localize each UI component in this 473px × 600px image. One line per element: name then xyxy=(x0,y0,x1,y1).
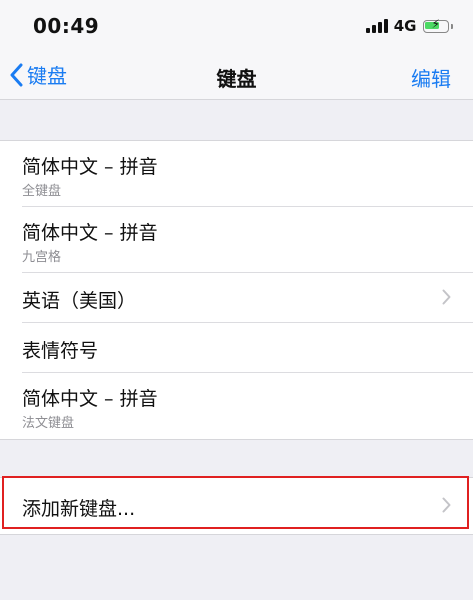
keyboard-item-subtitle: 九宫格 xyxy=(22,250,62,265)
chevron-right-icon xyxy=(442,289,451,305)
keyboard-list: 简体中文 – 拼音 全键盘 简体中文 – 拼音 九宫格 英语（美国） 表情符号 … xyxy=(0,140,473,440)
add-keyboard-label: 添加新键盘... xyxy=(22,498,136,520)
battery-charging-icon: ⚡ xyxy=(422,16,449,33)
status-time: 00:49 xyxy=(33,14,100,38)
add-keyboard-button[interactable]: 添加新键盘... xyxy=(0,478,473,534)
navigation-bar: 键盘 键盘 编辑 xyxy=(0,52,473,100)
status-indicators: 4G ⚡ xyxy=(365,16,453,35)
keyboard-item-pinyin-9key[interactable]: 简体中文 – 拼音 九宫格 xyxy=(0,207,473,273)
keyboard-item-title: 简体中文 – 拼音 xyxy=(22,222,158,244)
add-keyboard-group: 添加新键盘... xyxy=(0,477,473,535)
keyboard-item-subtitle: 法文键盘 xyxy=(22,416,75,431)
chevron-right-icon xyxy=(442,497,451,513)
keyboard-item-english-us[interactable]: 英语（美国） xyxy=(0,273,473,323)
page-title: 键盘 xyxy=(216,67,257,91)
charging-bolt-icon: ⚡ xyxy=(431,16,440,31)
keyboard-item-emoji[interactable]: 表情符号 xyxy=(0,323,473,373)
cellular-signal-icon xyxy=(365,19,388,33)
edit-button[interactable]: 编辑 xyxy=(411,63,451,92)
keyboard-item-title: 简体中文 – 拼音 xyxy=(22,388,158,410)
battery-cap xyxy=(450,23,453,29)
network-type: 4G xyxy=(393,17,417,35)
keyboard-item-title: 表情符号 xyxy=(22,340,99,362)
keyboard-item-pinyin-french[interactable]: 简体中文 – 拼音 法文键盘 xyxy=(0,373,473,439)
keyboard-item-title: 简体中文 – 拼音 xyxy=(22,156,158,178)
keyboard-item-title: 英语（美国） xyxy=(22,290,137,312)
status-bar: 00:49 4G ⚡ xyxy=(0,0,473,52)
keyboard-item-subtitle: 全键盘 xyxy=(22,184,62,199)
keyboard-item-pinyin-full[interactable]: 简体中文 – 拼音 全键盘 xyxy=(0,141,473,207)
